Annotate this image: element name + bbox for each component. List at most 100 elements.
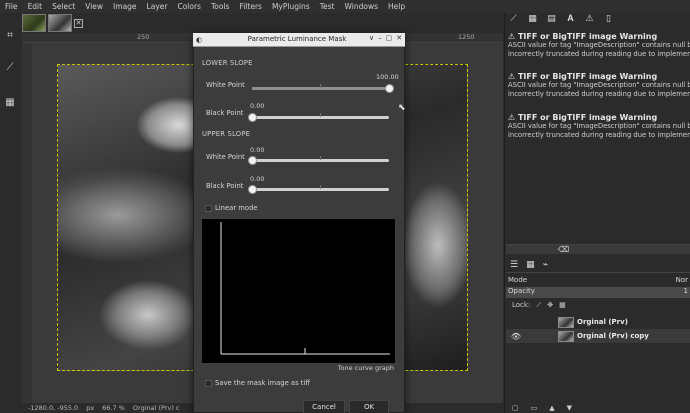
pointer-coords: -1280.0, -955.0 [28,404,79,412]
error-message: ⚠ TIFF or BigTIFF image Warning ASCII va… [508,72,690,99]
slider-midtick [320,185,321,189]
menu-filters[interactable]: Filters [234,2,266,11]
slider-midtick [320,113,321,117]
error-line: incorrectly truncated during reading due… [508,131,690,139]
layer-row[interactable]: 👁 Orginal (Prv) copy [506,329,690,343]
ruler-tick: 1250 [458,33,475,41]
error-line: incorrectly truncated during reading due… [508,50,690,58]
ok-button[interactable]: OK [349,400,389,413]
layer-mode-row[interactable]: Mode Nor [506,276,690,287]
opacity-value: 1 [683,287,688,295]
menu-test[interactable]: Test [315,2,340,11]
slider-value: 0.00 [250,146,265,154]
crop-tool-icon[interactable]: ⌗ [3,30,17,42]
menu-select[interactable]: Select [47,2,80,11]
menu-image[interactable]: Image [108,2,142,11]
unit-select[interactable]: px [86,404,94,412]
lock-alpha-icon[interactable]: ▦ [559,301,566,312]
slider-label: White Point [206,81,245,89]
upper-slope-heading: UPPER SLOPE [202,130,251,138]
slider-value: 0.00 [250,102,265,110]
lower-slope-heading: LOWER SLOPE [202,59,253,67]
slider-knob[interactable] [385,84,394,93]
status-layer-name: Orginal (Prv) c [132,404,180,412]
slider-label: White Point [206,153,245,161]
app-icon: ◐ [196,36,203,44]
slider-knob[interactable] [248,185,257,194]
lock-pixels-icon[interactable]: ⟋ [536,301,541,312]
pattern-icon[interactable]: ▦ [527,14,538,29]
window-controls: ∨ – ▢ ✕ [369,34,402,42]
dialog-title: Parametric Luminance Mask [247,35,347,43]
tone-curve-svg [220,222,390,355]
menu-view[interactable]: View [80,2,108,11]
lock-row: Lock: ⟋ ✥ ▦ [506,301,690,312]
zoom-select[interactable]: 66.7 % [102,404,125,412]
brush-icon[interactable]: ⟋ [508,14,519,29]
minimize-icon[interactable]: – [378,34,382,42]
error-line: incorrectly truncated during reading due… [508,90,690,98]
eye-icon[interactable]: 👁 [506,332,526,341]
layer-thumbnail [558,316,574,328]
new-group-icon[interactable]: ▭ [531,404,538,413]
layer-name: Orginal (Prv) copy [577,332,649,340]
slider-knob[interactable] [248,156,257,165]
slider-midtick [320,156,321,160]
menu-colors[interactable]: Colors [172,2,206,11]
error-console-toolbar: ⌫ [506,244,690,254]
menu-help[interactable]: Help [383,2,410,11]
layer-name: Orginal (Prv) [577,318,628,326]
dock-tab-icons: ⟋ ▦ ▤ 𝐀 ⚠ ▯ [508,14,614,29]
warning-icon[interactable]: ⚠ [584,14,595,29]
toolbox: ⌗ ⟋ ▦ [0,22,20,413]
new-layer-icon[interactable]: ▢ [512,404,519,413]
linear-mode-label: Linear mode [215,204,258,212]
channels-tab-icon[interactable]: ▦ [526,260,535,270]
clear-icon[interactable]: ⌫ [558,245,569,254]
image-tab-mono[interactable] [48,14,72,32]
document-icon[interactable]: ▯ [603,14,614,29]
layers-dock-tabs: ☰ ▦ ⌁ [506,257,690,273]
error-title: ⚠ TIFF or BigTIFF image Warning [508,72,658,81]
paths-tab-icon[interactable]: ⌁ [543,260,548,270]
save-mask-checkbox[interactable] [205,380,212,387]
opacity-slider[interactable]: Opacity 1 [506,287,690,298]
graph-caption: Tone curve graph [337,364,394,372]
ruler-tick: 250 [137,33,150,41]
linear-mode-checkbox[interactable] [205,205,212,212]
layer-thumbnail [558,330,574,342]
menu-layer[interactable]: Layer [142,2,173,11]
menu-edit[interactable]: Edit [23,2,48,11]
lock-position-icon[interactable]: ✥ [547,301,553,312]
lock-label: Lock: [512,301,531,309]
menu-windows[interactable]: Windows [340,2,383,11]
slider-value: 0.00 [250,175,265,183]
opacity-label: Opacity [508,287,535,295]
mouse-cursor-icon: ⬉ [398,103,406,113]
slider-value: 100.00 [376,73,399,81]
close-icon[interactable]: ✕ [74,18,83,28]
menu-myplugins[interactable]: MyPlugins [267,2,315,11]
lower-icon[interactable]: ▼ [567,404,572,413]
grid-icon[interactable]: ▦ [3,97,17,109]
menu-tools[interactable]: Tools [206,2,234,11]
save-mask-label: Save the mask image as tiff [215,379,311,387]
gradient-icon[interactable]: ▤ [546,14,557,29]
chevron-down-icon[interactable]: ∨ [369,34,374,42]
image-tabs: ✕ [22,13,83,33]
mode-value[interactable]: Nor [676,276,688,287]
cancel-button[interactable]: Cancel [303,400,345,413]
image-tab-color[interactable] [22,14,46,32]
error-line: ASCII value for tag "ImageDescription" c… [508,122,690,130]
menu-file[interactable]: File [0,2,23,11]
error-title: ⚠ TIFF or BigTIFF image Warning [508,113,658,122]
close-icon[interactable]: ✕ [396,34,402,42]
slider-knob[interactable] [248,113,257,122]
font-icon[interactable]: 𝐀 [565,14,576,29]
layer-row[interactable]: Orginal (Prv) [506,315,690,329]
layers-tab-icon[interactable]: ☰ [510,260,518,270]
raise-icon[interactable]: ▲ [549,404,554,413]
color-picker-icon[interactable]: ⟋ [3,62,17,74]
layers-bottom-toolbar: ▢ ▭ ▲ ▼ [506,404,690,413]
maximize-icon[interactable]: ▢ [386,34,393,42]
